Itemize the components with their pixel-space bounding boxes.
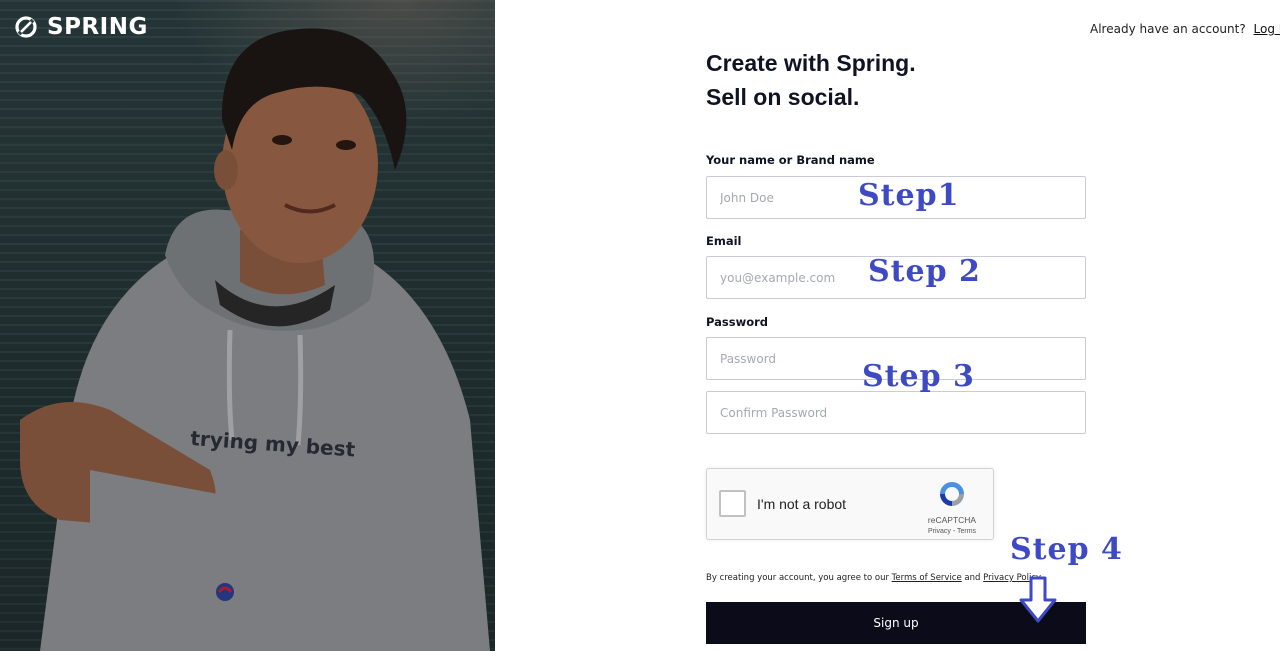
signup-header: Create with Spring. Sell on social. bbox=[706, 46, 1086, 114]
step4-annotation: Step 4 bbox=[1010, 532, 1123, 567]
name-label: Your name or Brand name bbox=[706, 153, 875, 167]
consent-and: and bbox=[964, 573, 981, 583]
spring-logo-icon bbox=[15, 16, 37, 38]
down-arrow-icon bbox=[1019, 576, 1057, 623]
step2-annotation: Step 2 bbox=[868, 254, 981, 289]
recaptcha-widget: I'm not a robot reCAPTCHA Privacy - Term… bbox=[706, 468, 994, 540]
recaptcha-branding: reCAPTCHA Privacy - Terms bbox=[921, 479, 983, 535]
login-prompt: Already have an account? Log In bbox=[1090, 22, 1280, 36]
hero-image: trying my best SPRING bbox=[0, 0, 495, 651]
login-link[interactable]: Log In bbox=[1254, 22, 1280, 36]
terms-of-service-link[interactable]: Terms of Service bbox=[892, 573, 962, 583]
recaptcha-label: I'm not a robot bbox=[757, 496, 847, 512]
confirm-password-input[interactable] bbox=[706, 391, 1086, 434]
consent-prefix: By creating your account, you agree to o… bbox=[706, 573, 889, 583]
login-prompt-text: Already have an account? bbox=[1090, 22, 1246, 36]
step3-annotation: Step 3 bbox=[862, 359, 975, 394]
hero-person-illustration: trying my best bbox=[0, 0, 495, 651]
recaptcha-checkbox[interactable] bbox=[719, 490, 746, 517]
brand-logo[interactable]: SPRING bbox=[14, 12, 148, 42]
step1-annotation: Step1 bbox=[858, 178, 960, 213]
email-label: Email bbox=[706, 234, 742, 248]
password-label: Password bbox=[706, 315, 768, 329]
recaptcha-links[interactable]: Privacy - Terms bbox=[921, 528, 983, 535]
recaptcha-brand-text: reCAPTCHA bbox=[927, 515, 977, 525]
headline-line2: Sell on social. bbox=[706, 84, 860, 110]
brand-name: SPRING bbox=[47, 14, 148, 40]
terms-consent: By creating your account, you agree to o… bbox=[706, 573, 1041, 583]
recaptcha-icon bbox=[940, 482, 964, 506]
headline-line1: Create with Spring. bbox=[706, 50, 916, 76]
